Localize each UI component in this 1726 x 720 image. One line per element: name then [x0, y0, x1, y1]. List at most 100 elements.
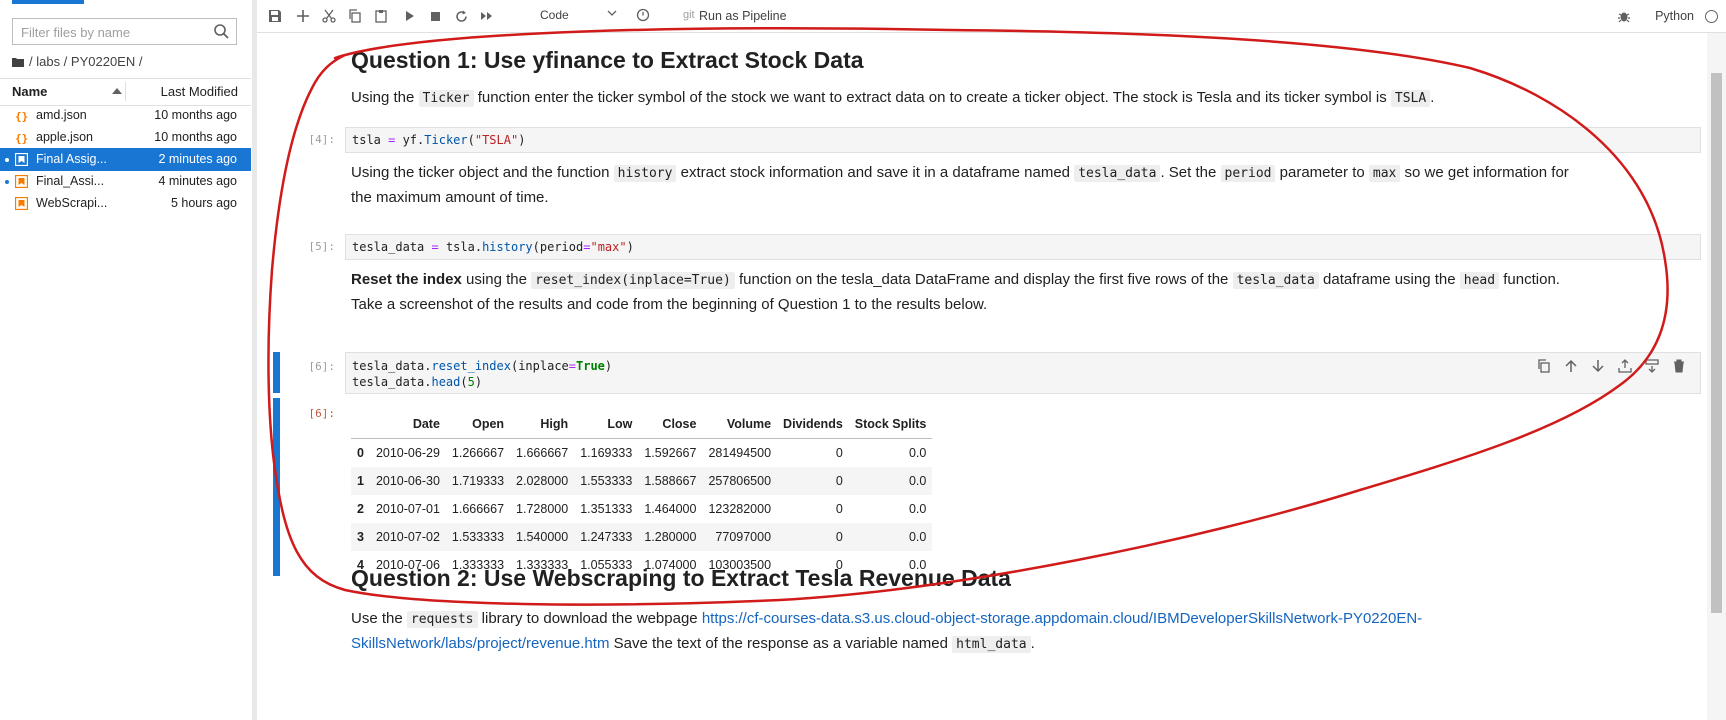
duplicate-cell-icon[interactable] — [1537, 359, 1551, 373]
table-cell: 0.0 — [908, 474, 927, 488]
file-row[interactable]: {} apple.json 10 months ago — [0, 126, 251, 149]
table-cell: 1.266667 — [451, 446, 505, 460]
code-cell-4[interactable]: tsla = yf.Ticker("TSLA") — [345, 127, 1701, 153]
table-cell: 0 — [835, 474, 843, 488]
move-down-icon[interactable] — [1591, 359, 1605, 373]
git-label[interactable]: git — [683, 9, 695, 21]
copy-icon[interactable] — [347, 8, 363, 24]
filter-box[interactable] — [12, 18, 237, 45]
svg-text:{}: {} — [15, 132, 28, 144]
stop-icon[interactable] — [427, 8, 443, 24]
add-cell-icon[interactable] — [295, 8, 311, 24]
input-prompt: [6]: — [308, 360, 336, 373]
save-icon[interactable] — [267, 8, 283, 24]
table-cell: 1.247333 — [580, 530, 633, 544]
cut-icon[interactable] — [321, 8, 337, 24]
cell-toolbar — [1537, 359, 1686, 373]
table-cell: 2010-07-01 — [375, 502, 440, 516]
inline-code: period — [1220, 165, 1276, 182]
chevron-down-icon[interactable] — [607, 8, 617, 18]
last-modified-column-header[interactable]: Last Modified — [161, 84, 238, 99]
file-row[interactable]: Final_Assi... 4 minutes ago — [0, 170, 251, 193]
scrollbar-thumb[interactable] — [1711, 73, 1722, 613]
table-row: 2 2010-07-01 1.666667 1.728000 1.351333 1.464… — [351, 495, 933, 523]
file-row[interactable]: WebScrapi... 5 hours ago — [0, 192, 251, 215]
file-modified: 4 minutes ago — [158, 174, 237, 188]
insert-above-icon[interactable] — [1618, 359, 1632, 373]
code-line: tesla_data.head(5) — [352, 375, 483, 389]
markdown-cell-1: Using the Ticker function enter the tick… — [351, 86, 1701, 111]
input-collapser[interactable] — [273, 352, 280, 393]
restart-icon[interactable] — [453, 8, 469, 24]
table-cell: 1.553333 — [580, 474, 633, 488]
clock-icon[interactable] — [636, 8, 650, 22]
code-cell-6[interactable]: tesla_data.reset_index(inplace=True) tes… — [345, 352, 1701, 394]
table-cell: 281494500 — [708, 446, 772, 460]
fast-forward-icon[interactable] — [479, 8, 495, 24]
move-up-icon[interactable] — [1564, 359, 1578, 373]
kernel-name[interactable]: Python — [1655, 9, 1694, 23]
table-cell: 1.533333 — [451, 530, 505, 544]
filter-files-input[interactable] — [21, 23, 201, 41]
table-header-row: Date Open High Low Close Volume Dividends Stock… — [351, 410, 933, 439]
inline-code: TSLA — [1390, 90, 1431, 107]
vertical-scrollbar[interactable] — [1707, 33, 1726, 720]
question-2-heading: Question 2: Use Webscraping to Extract T… — [351, 565, 1011, 591]
file-modified: 10 months ago — [154, 108, 237, 122]
revenue-link[interactable]: https://cf-courses-data.s3.us.cloud-obje… — [702, 610, 1422, 627]
table-cell: 1.169333 — [580, 446, 633, 460]
file-name: amd.json — [36, 108, 87, 122]
table-column-header: Open — [472, 417, 505, 431]
text: library to download the webpage — [481, 610, 698, 627]
table-cell: 0 — [835, 446, 843, 460]
table-column-header: Dividends — [783, 417, 843, 431]
name-column-header[interactable]: Name — [12, 84, 47, 99]
run-icon[interactable] — [401, 8, 417, 24]
dataframe-output: Date Open High Low Close Volume Dividends Stock… — [351, 410, 933, 579]
table-column-header: Close — [662, 417, 697, 431]
insert-below-icon[interactable] — [1645, 359, 1659, 373]
code-cell-5[interactable]: tesla_data = tsla.history(period="max") — [345, 234, 1701, 260]
output-prompt: [6]: — [308, 407, 336, 420]
inline-code: head — [1459, 272, 1500, 289]
table-cell: 1.592667 — [644, 446, 697, 460]
file-name: Final Assig... — [36, 152, 107, 166]
file-row[interactable]: {} amd.json 10 months ago — [0, 104, 251, 127]
breadcrumb[interactable]: / labs / PY0220EN / — [12, 54, 142, 69]
debugger-icon[interactable] — [1617, 9, 1631, 23]
run-as-pipeline-button[interactable]: Run as Pipeline — [699, 9, 787, 23]
inline-code: tesla_data — [1074, 165, 1161, 182]
output-collapser[interactable] — [273, 398, 280, 576]
input-prompt: [4]: — [308, 133, 336, 146]
file-name: apple.json — [36, 130, 93, 144]
table-row: 0 2010-06-29 1.266667 1.666667 1.169333 1.592… — [351, 438, 933, 467]
column-divider[interactable] — [125, 82, 126, 101]
input-prompt: [5]: — [308, 240, 336, 253]
file-row[interactable]: Final Assig... 2 minutes ago — [0, 148, 251, 171]
table-row: 1 2010-06-30 1.719333 2.028000 1.553333 1.588… — [351, 467, 933, 495]
new-launcher-button[interactable] — [12, 0, 84, 4]
folder-icon[interactable] — [12, 57, 24, 67]
text: Save the text of the response as a varia… — [613, 635, 948, 652]
file-list-header: Name Last Modified — [0, 78, 251, 106]
inline-code: tesla_data — [1232, 272, 1319, 289]
running-indicator — [5, 158, 9, 162]
inline-code: reset_index(inplace=True) — [531, 272, 735, 289]
delete-cell-icon[interactable] — [1672, 359, 1686, 373]
running-indicator — [5, 180, 9, 184]
markdown-cell-2: Using the ticker object and the function… — [351, 161, 1701, 210]
table-cell: 2010-07-02 — [375, 530, 440, 544]
search-icon[interactable] — [213, 23, 230, 40]
text: so we get information for — [1404, 164, 1569, 181]
table-cell: 1.728000 — [516, 502, 569, 516]
code-line: tesla_data.reset_index(inplace=True) — [352, 359, 613, 373]
paste-icon[interactable] — [373, 8, 389, 24]
sort-ascending-icon[interactable] — [112, 88, 122, 94]
text: extract stock information and save it in… — [680, 164, 1071, 181]
markdown-cell-4: Use the requests library to download the… — [351, 607, 1701, 657]
table-column-header: Low — [607, 417, 633, 431]
breadcrumb-path[interactable]: / labs / PY0220EN / — [29, 54, 142, 69]
text: Using the ticker object and the function — [351, 164, 610, 181]
revenue-link[interactable]: SkillsNetwork/labs/project/revenue.htm — [351, 635, 609, 652]
inline-code: history — [613, 165, 677, 182]
